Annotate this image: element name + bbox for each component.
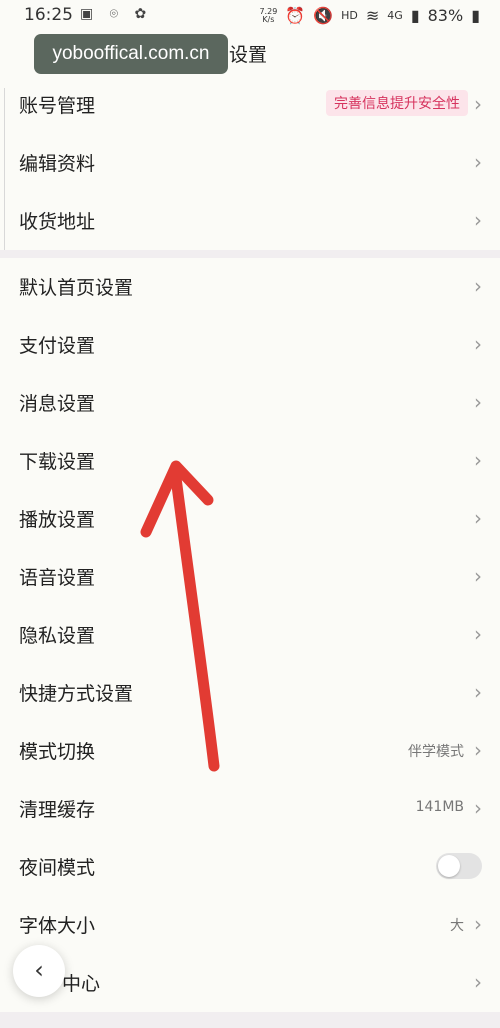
annotation-arrow xyxy=(140,460,220,772)
arrow-shaft xyxy=(170,472,220,772)
